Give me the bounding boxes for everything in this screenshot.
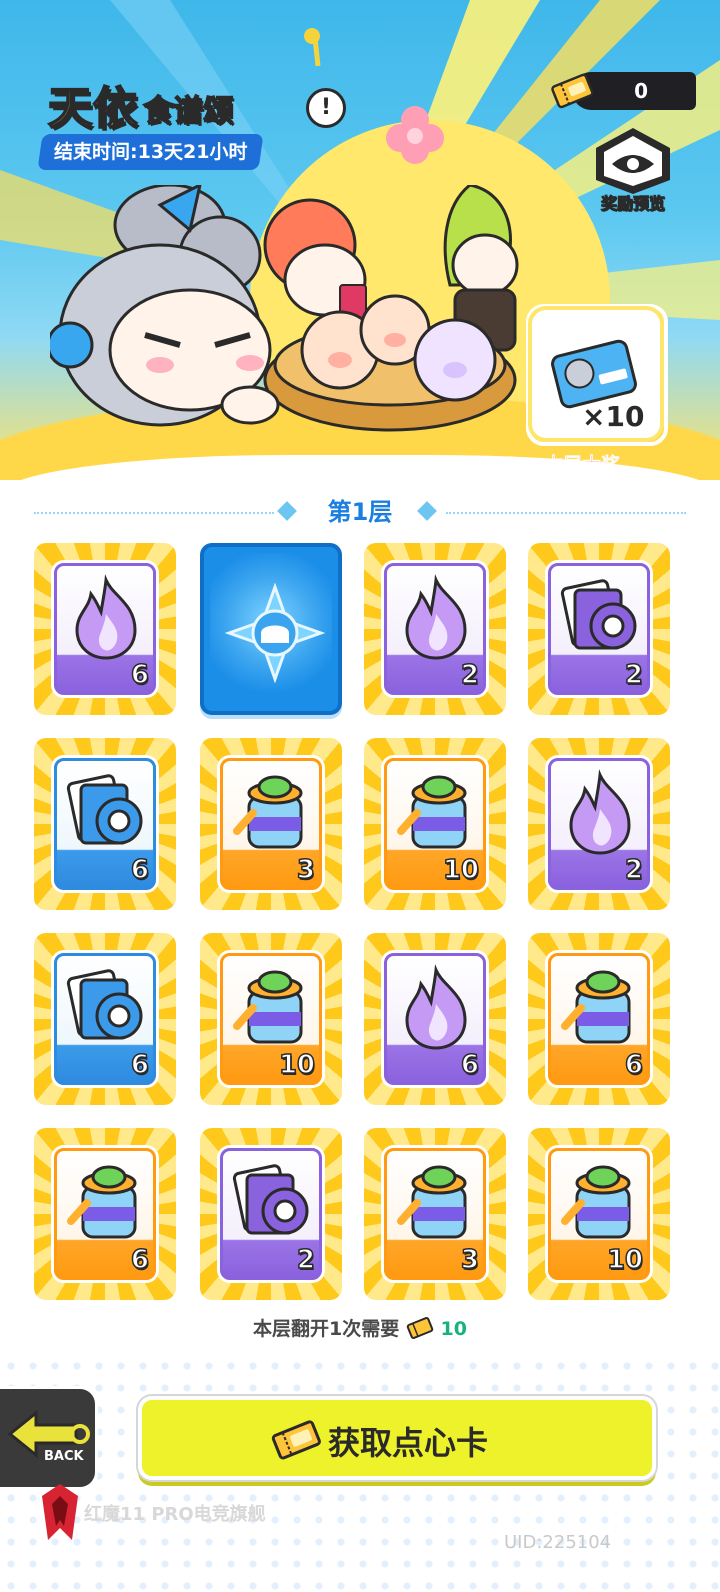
flip-cost-text: 本层翻开1次需要 bbox=[253, 1318, 400, 1340]
reward-preview-label: 奖励预览 bbox=[600, 194, 665, 214]
reward-card[interactable]: 3 bbox=[200, 738, 342, 910]
snack-card-count: 0 bbox=[634, 79, 648, 103]
flower-decoration bbox=[386, 106, 444, 164]
diamond-icon bbox=[277, 501, 297, 521]
flame-icon bbox=[405, 574, 467, 660]
tape-roll-icon bbox=[232, 1164, 309, 1235]
reward-card-inner: 3 bbox=[384, 1148, 486, 1280]
bun-emblem-icon bbox=[225, 583, 325, 683]
reward-card-inner: 6 bbox=[54, 563, 156, 695]
end-time-badge: 结束时间:13天21小时 bbox=[37, 134, 265, 170]
reward-count: 6 bbox=[130, 1049, 150, 1081]
back-button[interactable]: BACK bbox=[0, 1386, 98, 1490]
reward-card-inner: 2 bbox=[384, 563, 486, 695]
layer-title: 第1层 bbox=[327, 498, 393, 526]
reward-card[interactable]: 10 bbox=[200, 933, 342, 1105]
reward-count: 2 bbox=[624, 854, 644, 886]
reward-count: 6 bbox=[130, 854, 150, 886]
end-time-text: 结束时间:13天21小时 bbox=[54, 141, 248, 163]
snack-jar-icon bbox=[561, 970, 631, 1044]
reward-card[interactable]: 2 bbox=[528, 543, 670, 715]
flame-icon bbox=[405, 964, 467, 1050]
get-snack-card-label: 获取点心卡 bbox=[328, 1424, 489, 1462]
info-button[interactable]: ! bbox=[306, 88, 346, 128]
reward-count: 6 bbox=[460, 1049, 480, 1081]
grand-prize-card[interactable]: ×10 本层大奖 bbox=[522, 300, 672, 476]
reward-count: 10 bbox=[278, 1049, 316, 1081]
snack-jar-icon bbox=[233, 775, 303, 849]
snack-jar-icon bbox=[561, 1165, 631, 1239]
user-id: UID:225104 bbox=[504, 1532, 612, 1553]
revealed-card[interactable] bbox=[200, 543, 342, 715]
reward-preview-button[interactable]: 奖励预览 bbox=[590, 126, 676, 216]
tape-roll-icon bbox=[66, 969, 143, 1040]
reward-card[interactable]: 10 bbox=[528, 1128, 670, 1300]
reward-count: 6 bbox=[624, 1049, 644, 1081]
snack-jar-icon bbox=[233, 970, 303, 1044]
layer-divider-right bbox=[446, 512, 686, 514]
flame-icon bbox=[75, 574, 137, 660]
characters-illustration bbox=[50, 185, 519, 432]
diamond-icon bbox=[417, 501, 437, 521]
layer-header: 第1层 bbox=[0, 494, 720, 530]
grand-prize-quantity: ×10 bbox=[582, 400, 645, 433]
reward-count: 3 bbox=[460, 1244, 480, 1276]
ticket-icon bbox=[271, 1420, 321, 1460]
flame-icon bbox=[569, 769, 631, 855]
snack-card-counter: 0 bbox=[551, 72, 696, 110]
snack-jar-icon bbox=[67, 1165, 137, 1239]
layer-divider-left bbox=[34, 512, 274, 514]
reward-card-inner: 6 bbox=[548, 953, 650, 1085]
tape-roll-icon bbox=[66, 774, 143, 845]
flip-cost-value: 10 bbox=[440, 1318, 467, 1340]
reward-card-inner: 2 bbox=[220, 1148, 322, 1280]
reward-card-inner: 10 bbox=[548, 1148, 650, 1280]
reward-count: 10 bbox=[606, 1244, 644, 1276]
snack-jar-icon bbox=[397, 775, 467, 849]
event-title-sub: 食谱颂 bbox=[142, 93, 234, 130]
reward-card[interactable]: 3 bbox=[364, 1128, 506, 1300]
reward-card-inner: 6 bbox=[54, 953, 156, 1085]
ticket-icon bbox=[551, 73, 594, 109]
event-banner: 天依 食谱颂 ! 结束时间:13天21小时 0 奖励预览 ×10 bbox=[0, 0, 720, 480]
reward-count: 6 bbox=[130, 1244, 150, 1276]
antenna-decoration bbox=[304, 28, 321, 66]
event-title-main: 天依 bbox=[47, 82, 138, 135]
reward-card[interactable]: 10 bbox=[364, 738, 506, 910]
reward-card-inner: 6 bbox=[384, 953, 486, 1085]
reward-card[interactable]: 6 bbox=[34, 1128, 176, 1300]
reward-card[interactable]: 2 bbox=[200, 1128, 342, 1300]
tape-roll-icon bbox=[560, 579, 637, 650]
event-title: 天依 食谱颂 bbox=[47, 72, 234, 136]
reward-count: 6 bbox=[130, 659, 150, 691]
reward-card-inner: 6 bbox=[54, 1148, 156, 1280]
reward-eye-icon bbox=[596, 128, 670, 194]
snack-jar-icon bbox=[397, 1165, 467, 1239]
reward-card-inner: 2 bbox=[548, 563, 650, 695]
reward-count: 2 bbox=[624, 659, 644, 691]
device-watermark: 红魔11 PRO电竞旗舰 bbox=[84, 1504, 266, 1525]
reward-card-inner: 10 bbox=[384, 758, 486, 890]
reward-card[interactable]: 6 bbox=[34, 738, 176, 910]
reward-count: 3 bbox=[296, 854, 316, 886]
brand-logo bbox=[42, 1484, 78, 1540]
reward-card[interactable]: 6 bbox=[528, 933, 670, 1105]
reward-card-inner: 2 bbox=[548, 758, 650, 890]
reward-card[interactable]: 2 bbox=[364, 543, 506, 715]
ticket-icon bbox=[406, 1316, 434, 1340]
flip-cost: 本层翻开1次需要 10 bbox=[0, 1314, 720, 1341]
reward-card[interactable]: 6 bbox=[34, 933, 176, 1105]
get-snack-card-button[interactable]: 获取点心卡 bbox=[138, 1396, 656, 1480]
back-label: BACK bbox=[44, 1449, 84, 1464]
reward-count: 10 bbox=[442, 854, 480, 886]
reward-card-inner: 10 bbox=[220, 953, 322, 1085]
reward-card[interactable]: 2 bbox=[528, 738, 670, 910]
reward-card-inner: 6 bbox=[54, 758, 156, 890]
reward-count: 2 bbox=[296, 1244, 316, 1276]
reward-count: 2 bbox=[460, 659, 480, 691]
reward-card[interactable]: 6 bbox=[364, 933, 506, 1105]
reward-card-inner: 3 bbox=[220, 758, 322, 890]
reward-card[interactable]: 6 bbox=[34, 543, 176, 715]
